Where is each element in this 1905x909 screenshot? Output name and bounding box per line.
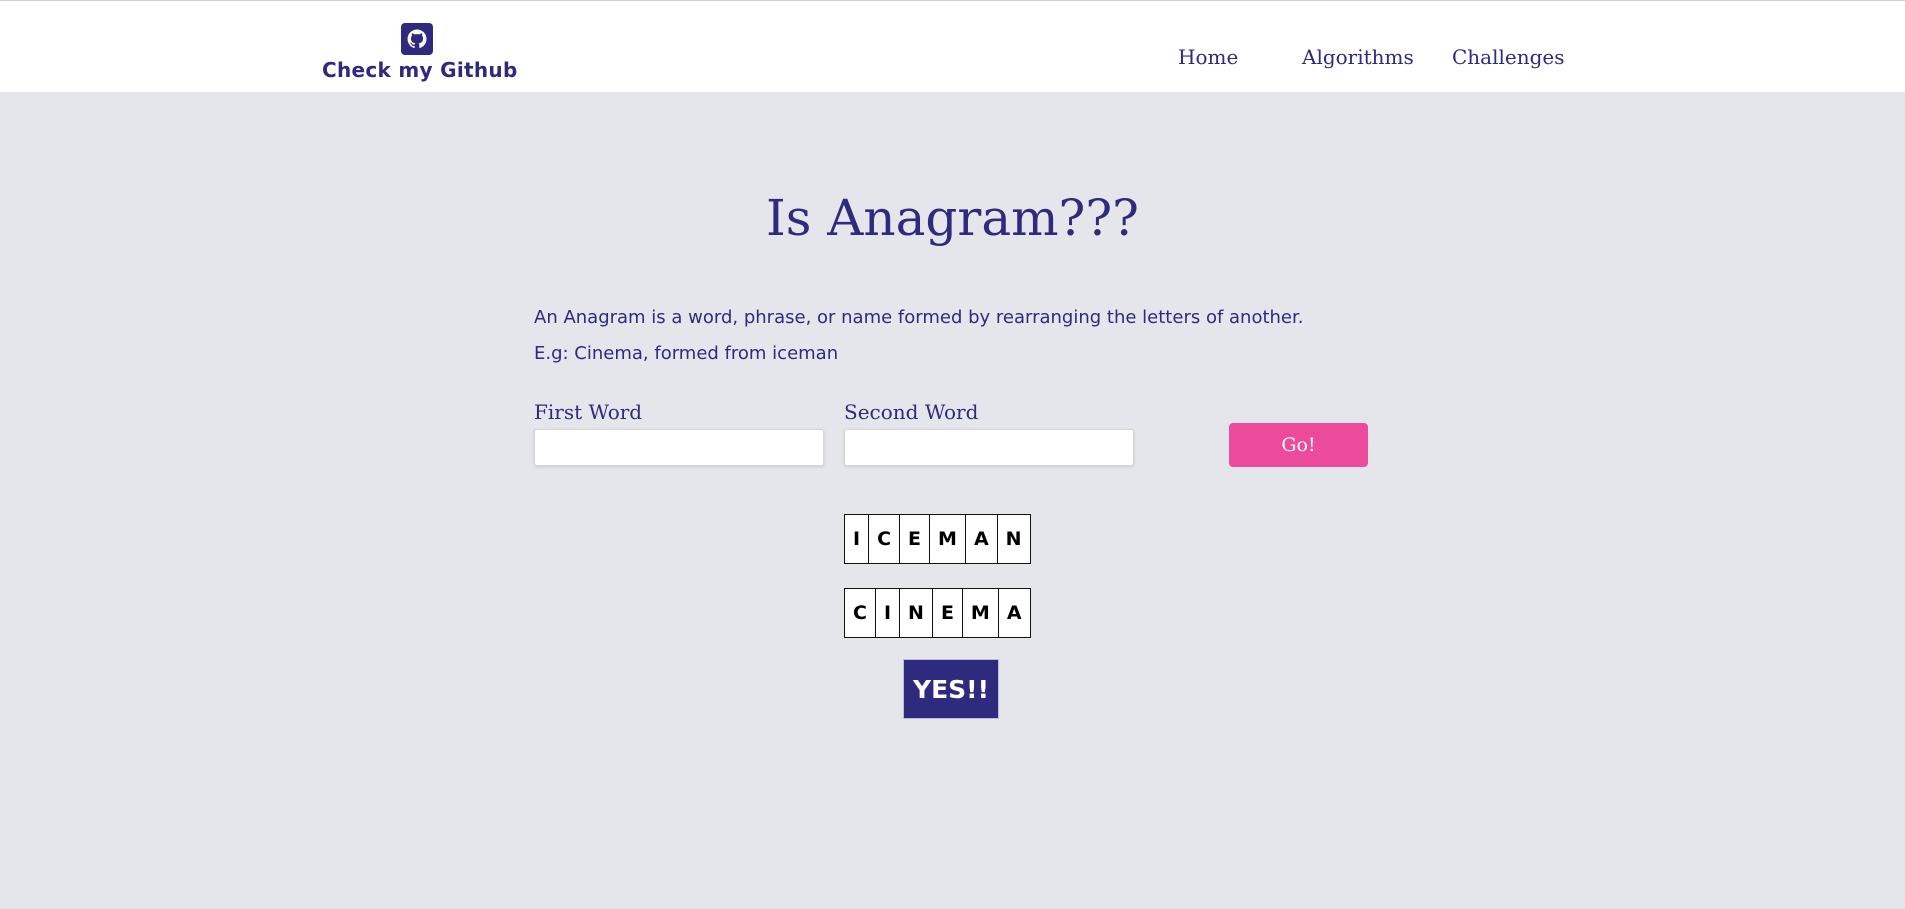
letter-tile: N	[1005, 528, 1022, 550]
nav-algorithms[interactable]: Algorithms	[1302, 45, 1414, 69]
letter-tile: E	[933, 589, 963, 637]
second-word-input[interactable]	[844, 429, 1134, 466]
letter-tile: I	[876, 589, 901, 637]
github-icon	[401, 23, 433, 55]
go-button[interactable]: Go!	[1229, 423, 1368, 467]
letter-tile: A	[966, 515, 998, 563]
anagram-example: E.g: Cinema, formed from iceman	[534, 343, 839, 364]
first-word-letters: I C E M A N	[844, 514, 1031, 564]
letter-tile: N	[900, 589, 933, 637]
letter-tile: I	[845, 515, 870, 563]
letter-tile: A	[1006, 602, 1022, 624]
letter-tile: M	[963, 589, 999, 637]
first-word-input[interactable]	[534, 429, 824, 466]
top-navbar: Check my Github Home Algorithms Challeng…	[0, 0, 1905, 92]
result-badge: YES!!	[903, 659, 999, 719]
anagram-description: An Anagram is a word, phrase, or name fo…	[534, 307, 1304, 328]
nav-home[interactable]: Home	[1178, 45, 1238, 69]
brand-label: Check my Github	[322, 58, 518, 82]
second-word-label: Second Word	[844, 400, 979, 424]
letter-tile: M	[930, 515, 966, 563]
github-link[interactable]: Check my Github	[322, 23, 518, 82]
letter-tile: E	[900, 515, 931, 563]
second-word-letters: C I N E M A	[844, 588, 1031, 638]
letter-tile: C	[845, 589, 876, 637]
first-word-label: First Word	[534, 400, 643, 424]
letter-tile: C	[869, 515, 901, 563]
page-title: Is Anagram???	[766, 189, 1139, 247]
nav-challenges[interactable]: Challenges	[1452, 45, 1565, 69]
